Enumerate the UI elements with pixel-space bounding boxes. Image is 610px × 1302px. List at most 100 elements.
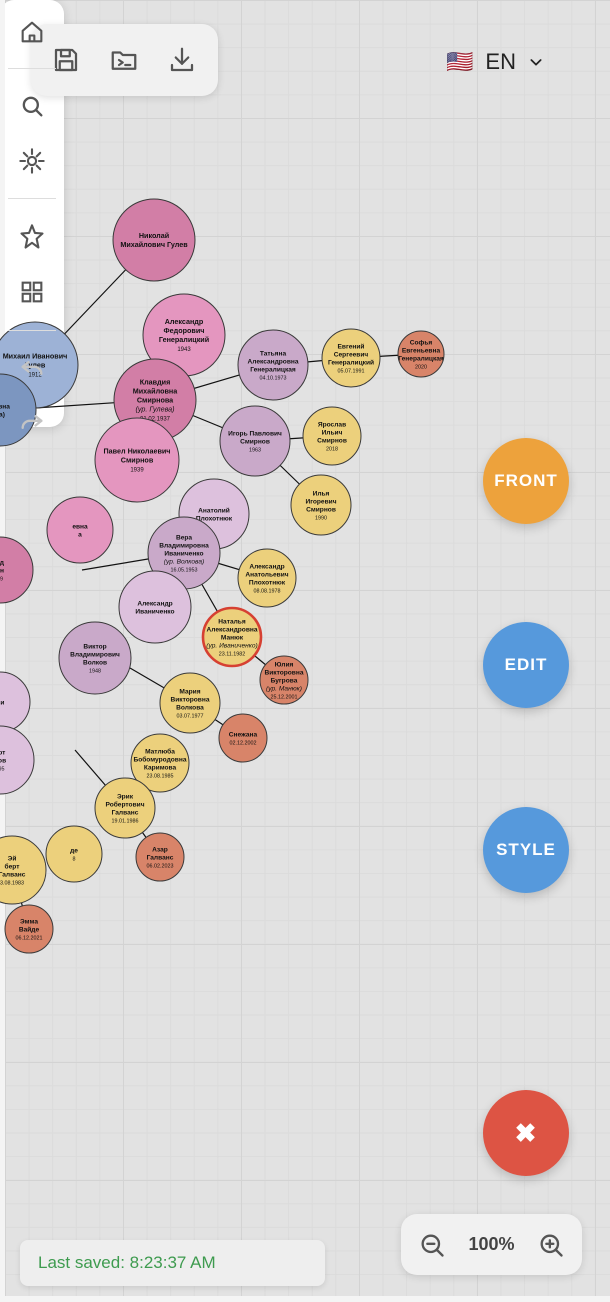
save-button[interactable] [48, 42, 84, 78]
person-name-line: Александр [249, 564, 284, 571]
file-toolbar [31, 24, 218, 96]
person-date: 23.08.1985 [147, 774, 174, 780]
person-node-erik[interactable]: ЭрикРобертовичГалванс 19.01.1986 [94, 777, 156, 839]
language-selector[interactable]: 🇺🇸 EN [446, 44, 544, 80]
person-node-left_yellow1[interactable]: де 8 [45, 825, 103, 883]
person-date: 19 [0, 577, 3, 583]
person-node-emma[interactable]: ЭммаВайде 06.12.2021 [4, 904, 54, 954]
person-name-line: Волкова [176, 705, 204, 712]
person-name-line: Федорович [164, 326, 205, 335]
person-name-line: Манюк [221, 635, 244, 642]
grid-view-button[interactable] [14, 274, 50, 310]
person-date: 04.10.1973 [260, 376, 287, 382]
zoom-level: 100% [468, 1234, 515, 1254]
person-date: 1990 [315, 516, 327, 522]
person-name-line: Виктор [83, 644, 106, 651]
person-name-line: Ярослав [318, 422, 346, 429]
person-name-line: Генералицкий [328, 359, 374, 367]
person-name-line: Генералицкий [159, 335, 209, 344]
person-node-tatiana[interactable]: ТатьянаАлександровнаГенералицкая 04.10.19… [237, 329, 309, 401]
person-node-left_pink2[interactable]: адвн19 [0, 536, 34, 604]
person-date: 1939 [130, 468, 144, 474]
person-node-left_lilac2[interactable]: ертдов 195 [0, 725, 35, 795]
person-name-line: Каримова [144, 765, 177, 772]
download-button[interactable] [164, 42, 200, 78]
redo-button[interactable] [14, 404, 50, 440]
person-date: 03.07.1977 [177, 714, 204, 720]
person-name-line: а [78, 532, 82, 539]
zoom-in-icon [540, 1234, 563, 1257]
person-node-nikolai[interactable]: НиколайМихайлович Гулев [112, 198, 196, 282]
person-node-alexander_i[interactable]: АлександрИваниченко [118, 570, 192, 644]
person-name-line: ловна [0, 404, 10, 411]
person-name-line: Анатолий [198, 507, 230, 515]
person-node-pavel[interactable]: Павел НиколаевичСмирнов 1939 [94, 417, 180, 503]
person-name-line: Ильич [322, 430, 343, 437]
person-date: 2020 [415, 365, 427, 371]
person-date: 3.08.1983 [0, 881, 24, 887]
person-name-line: Генералицкая [250, 367, 296, 374]
person-name-line: де [70, 848, 78, 855]
last-saved-status: Last saved: 8:23:37 AM [20, 1240, 325, 1286]
person-name-line: вн [0, 568, 4, 575]
person-node-yaroslav[interactable]: ЯрославИльичСмирнов 2018 [302, 406, 362, 466]
person-node-snezhana[interactable]: Снежана 02.12.2002 [218, 713, 268, 763]
home-icon [21, 21, 43, 43]
open-button[interactable] [106, 42, 142, 78]
style-button[interactable]: STYLE [483, 807, 569, 893]
person-node-evgeniy[interactable]: ЕвгенийСергеевичГенералицкий 05.07.1991 [321, 328, 381, 388]
undo-button[interactable] [14, 350, 50, 386]
person-name-line: Софья [410, 340, 433, 347]
person-date: 06.02.2023 [147, 864, 174, 870]
person-node-igor[interactable]: Игорь ПавловичСмирнов 1963 [219, 405, 291, 477]
zoom-out-button[interactable] [417, 1230, 447, 1260]
person-node-alexander_p[interactable]: АлександрАнатольевичПлохотнюк 08.08.1978 [237, 548, 297, 608]
person-name-line: Павел Николаевич [104, 447, 171, 456]
person-name-line: Смирнов [240, 439, 270, 446]
close-button[interactable]: ✖ [483, 1090, 569, 1176]
sidebar-separator [8, 68, 56, 69]
front-button[interactable]: FRONT [483, 438, 569, 524]
person-name-line: Бугрова [271, 678, 298, 685]
person-name-line: Александр [137, 601, 172, 608]
person-node-viktor[interactable]: ВикторВладимировичВолков 1948 [58, 621, 132, 695]
zoom-controls: 100% [401, 1214, 582, 1275]
person-node-natalia[interactable]: НатальяАлександровнаМанюк(ур. Иваниченко… [201, 606, 263, 668]
person-name-line: Галванс [0, 872, 26, 879]
person-date: 16.05.1953 [171, 568, 198, 574]
person-name-line: Викторовна [170, 697, 209, 704]
search-button[interactable] [14, 88, 50, 124]
person-date: 08.08.1978 [254, 589, 281, 595]
person-node-sofia[interactable]: СофьяЕвгеньевнаГенералицкая 2020 [397, 330, 445, 378]
person-name-line: (ур. Волкова) [164, 559, 204, 566]
zoom-out-icon [421, 1234, 444, 1257]
person-name-line: Смирнов [306, 507, 336, 514]
person-date: 23.11.1982 [219, 652, 246, 658]
person-node-maria[interactable]: МарияВикторовнаВолкова 03.07.1977 [159, 672, 221, 734]
edit-button[interactable]: EDIT [483, 622, 569, 708]
person-name-line: Михайлович Гулев [120, 240, 188, 249]
person-name-line: дов [0, 758, 6, 765]
person-name-line: (ур. Гулева) [135, 405, 174, 414]
person-node-left_pink1[interactable]: евнаа [46, 496, 114, 564]
person-date: 2018 [326, 447, 338, 453]
home-button[interactable] [14, 14, 50, 50]
person-node-yulia[interactable]: ЮлияВикторовнаБугрова(ур. Манюк) 25.12.20… [259, 655, 309, 705]
person-node-left_yellow2[interactable]: ЭйбертГалванс 3.08.1983 [0, 835, 47, 905]
person-name-line: Плохотнюк [249, 580, 286, 587]
person-name-line: Александровна [247, 359, 298, 366]
layout-focus-button[interactable] [14, 143, 50, 179]
person-node-left_lilac1[interactable]: Ви [0, 671, 31, 733]
person-name-line: Александр [165, 317, 204, 326]
person-name-line: Игорь Павлович [228, 431, 282, 438]
person-name-line: Смирнов [317, 438, 347, 445]
person-name-line: Евгеньевна [402, 348, 441, 355]
person-node-ilya[interactable]: ИльяИгоревичСмирнов 1990 [290, 474, 352, 536]
person-node-azar[interactable]: АзарГалванс 06.02.2023 [135, 832, 185, 882]
zoom-in-button[interactable] [536, 1230, 566, 1260]
person-name-line: Мария [179, 689, 200, 696]
person-name-line: Снежана [229, 732, 258, 739]
person-name-line: Вера [176, 535, 192, 542]
person-name-line: Игоревич [305, 499, 336, 506]
auto-arrange-button[interactable] [14, 219, 50, 255]
